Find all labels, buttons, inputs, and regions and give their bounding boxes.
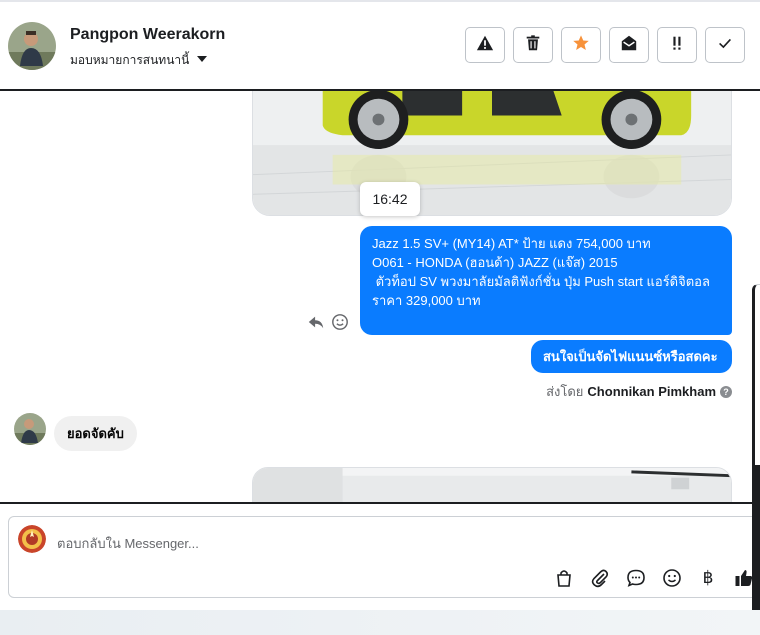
sent-by-prefix: ส่งโดย [546, 384, 584, 399]
question-icon[interactable]: ? [720, 385, 732, 398]
side-panel-scroll-edge [754, 465, 760, 620]
contact-name[interactable]: Pangpon Weerakorn [70, 26, 225, 44]
mark-unread-button[interactable] [609, 27, 649, 63]
report-button[interactable] [465, 27, 505, 63]
incoming-message[interactable]: ยอดจัดคับ [54, 416, 137, 451]
priority-button[interactable] [657, 27, 697, 63]
caret-down-icon [197, 56, 208, 62]
message-line: ตัวท็อป SV พวงมาลัยมัลติฟังก์ชั่น ปุ่ม P… [372, 274, 710, 289]
react-smiley-icon[interactable] [331, 313, 349, 336]
reply-input[interactable]: ตอบกลับใน Messenger... [57, 533, 199, 554]
outgoing-message[interactable]: สนใจเป็นจัดไฟแนนซ์หรือสดคะ [531, 340, 732, 373]
reply-icon[interactable] [307, 313, 325, 336]
conversation-header: Pangpon Weerakorn มอบหมายการสนทนานี้ [0, 0, 760, 91]
message-actions [307, 313, 349, 336]
saved-replies-icon[interactable] [625, 567, 647, 589]
sent-by-info: ส่งโดย Chonnikan Pimkham ? [546, 381, 732, 402]
trash-icon [524, 34, 542, 57]
check-icon [716, 34, 734, 57]
shopping-bag-icon[interactable] [553, 567, 575, 589]
assign-label: มอบหมายการสนทนานี้ [70, 53, 190, 67]
photo-attachment[interactable] [252, 467, 732, 502]
page-avatar [18, 525, 46, 553]
inbox-conversation-view: Pangpon Weerakorn มอบหมายการสนทนานี้ 16:… [0, 0, 760, 635]
message-line: Jazz 1.5 SV+ (MY14) AT* ป้าย แดง 754,000… [372, 236, 651, 251]
message-line: ราคา 329,000 บาท [372, 293, 481, 308]
message-timestamp: 16:42 [360, 182, 420, 216]
outgoing-message[interactable]: Jazz 1.5 SV+ (MY14) AT* ป้าย แดง 754,000… [360, 226, 732, 335]
composer-toolbar: ฿ [553, 567, 755, 589]
message-thread[interactable]: 16:42 Jazz 1.5 SV+ (MY14) AT* ป้าย แดง 7… [0, 91, 760, 502]
warning-icon [476, 34, 494, 57]
open-envelope-icon [620, 34, 638, 57]
thread-composer-divider [0, 502, 760, 504]
payment-baht-icon[interactable]: ฿ [697, 567, 719, 589]
attachment-paperclip-icon[interactable] [589, 567, 611, 589]
car-photo-attachment[interactable] [252, 91, 732, 216]
header-top-border [0, 0, 760, 2]
contact-avatar-small [14, 413, 46, 445]
footer-strip [0, 610, 760, 635]
star-icon [572, 34, 590, 57]
mark-done-button[interactable] [705, 27, 745, 63]
assign-conversation-dropdown[interactable]: มอบหมายการสนทนานี้ [70, 51, 208, 70]
star-button[interactable] [561, 27, 601, 63]
exclamation-icon [668, 34, 686, 57]
delete-button[interactable] [513, 27, 553, 63]
contact-avatar[interactable] [8, 22, 56, 70]
emoji-icon[interactable] [661, 567, 683, 589]
message-line: O061 - HONDA (ฮอนด้า) JAZZ (แจ๊ส) 2015 [372, 255, 618, 270]
sent-by-name: Chonnikan Pimkham [587, 384, 716, 399]
reply-composer[interactable]: ตอบกลับใน Messenger... ฿ [8, 516, 760, 598]
